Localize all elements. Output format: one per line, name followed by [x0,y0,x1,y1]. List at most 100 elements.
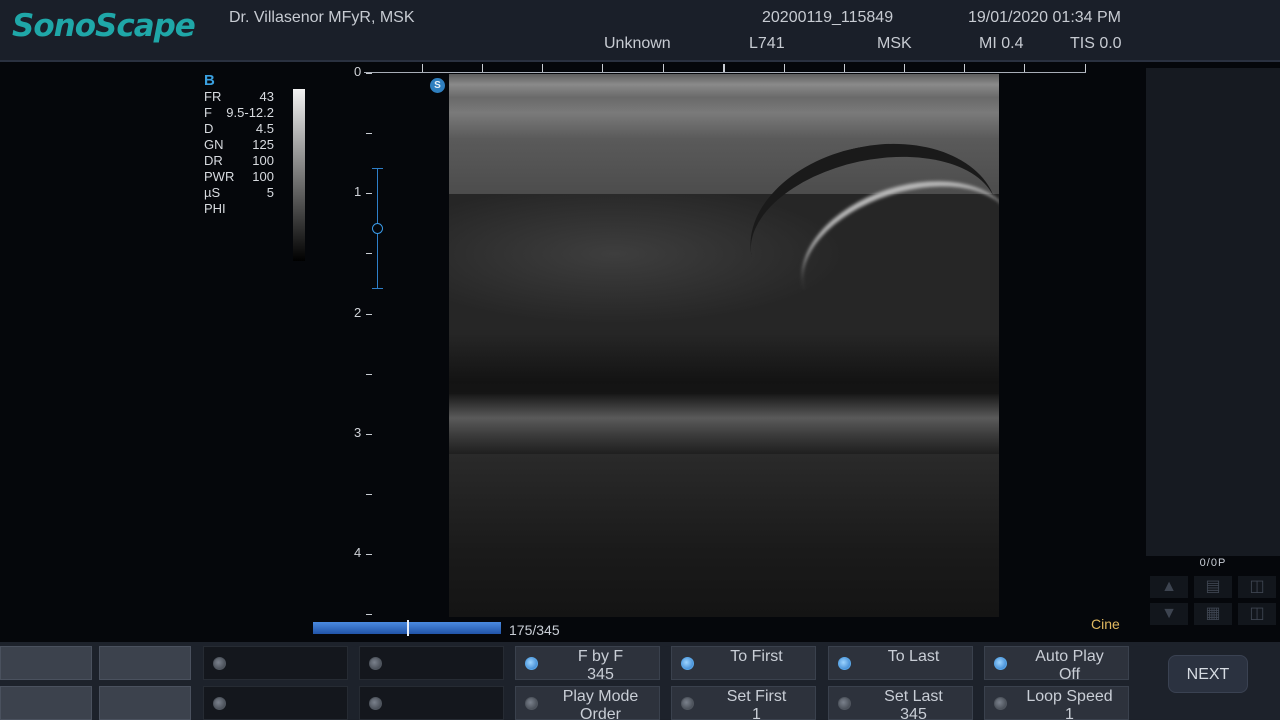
blank-key[interactable] [99,646,191,680]
param-key: PHI [204,201,226,216]
knob-indicator-icon [994,657,1007,670]
knob-indicator-icon [369,697,382,710]
blank-key[interactable] [0,646,92,680]
lateral-tick [1085,64,1086,72]
control-label: Set Last [884,688,943,705]
delete-button[interactable]: ▦ [1194,603,1232,625]
imaging-mode: B [204,72,215,89]
depth-label: 4 [354,545,362,560]
knob-indicator-icon [681,697,694,710]
knob-indicator-icon [681,657,694,670]
thumbnail-panel[interactable] [1146,68,1280,556]
empty-control[interactable] [359,646,504,680]
depth-label: 2 [354,305,362,320]
lateral-tick [1024,64,1025,72]
probe-name: L741 [749,35,785,52]
frame-by-frame-control[interactable]: F by F 345 [515,646,660,683]
depth-tick [366,374,372,375]
auto-play-control[interactable]: Auto Play Off [984,646,1129,683]
control-label: Play Mode [562,688,639,705]
lateral-tick [602,64,603,72]
param-key: FR [204,89,222,104]
focus-position-handle[interactable] [372,223,383,234]
depth-tick [366,253,372,254]
param-row: GN 125 [204,137,274,153]
knob-indicator-icon [369,657,382,670]
operator-name: Dr. Villasenor MFyR, MSK [229,9,415,26]
empty-control[interactable] [203,646,348,680]
export-button[interactable]: ◫ [1238,576,1276,598]
triangle-down-icon: ▼ [1161,605,1177,622]
param-key: DR [204,153,223,168]
ultrasound-image[interactable] [449,74,999,617]
knob-indicator-icon [525,657,538,670]
control-label: To Last [887,648,940,665]
to-first-control[interactable]: To First [671,646,816,680]
depth-tick [366,314,372,315]
deep-tissue [449,454,999,617]
depth-tick [366,614,372,615]
control-value: 1 [1065,706,1074,720]
exam-preset: MSK [877,35,912,52]
empty-control[interactable] [359,686,504,720]
depth-tick [366,434,372,435]
scroll-up-button[interactable]: ▲ [1150,576,1188,598]
to-last-control[interactable]: To Last [828,646,973,680]
lateral-tick [904,64,905,72]
param-key: D [204,121,214,136]
param-row: PWR 100 [204,169,274,185]
report-button[interactable]: ▤ [1194,576,1232,598]
blank-key[interactable] [0,686,92,720]
lateral-tick [542,64,543,72]
trash-icon: ▦ [1205,605,1221,622]
lateral-tick [964,64,965,72]
header-bar: SonoScape Dr. Villasenor MFyR, MSK 20200… [0,0,1280,62]
control-label: To First [730,648,783,665]
next-page-button[interactable]: NEXT [1168,655,1248,693]
param-value: 4.5 [255,121,274,136]
depth-label: 1 [354,184,362,199]
report-icon: ▤ [1205,578,1221,595]
depth-tick [366,554,372,555]
param-key: PWR [204,169,235,184]
param-value: 125 [252,137,274,152]
param-key: µS [204,185,221,200]
lateral-tick-center [723,64,725,72]
control-label: Set First [726,688,787,705]
depth-tick [366,133,372,134]
grayscale-bar [293,89,305,261]
control-value: 345 [587,666,614,683]
lateral-tick [663,64,664,72]
param-row: F 9.5-12.2 [204,105,274,121]
exam-id: 20200119_115849 [762,9,894,26]
control-value: 345 [900,706,927,720]
loop-speed-control[interactable]: Loop Speed 1 [984,686,1129,720]
lateral-tick [784,64,785,72]
knob-indicator-icon [838,657,851,670]
patient-name: Unknown [604,35,671,52]
knob-indicator-icon [994,697,1007,710]
exam-datetime: 19/01/2020 01:34 PM [968,9,1122,26]
knob-indicator-icon [838,697,851,710]
control-value: Off [1058,666,1081,683]
control-value: 1 [752,706,761,720]
focus-zone-cap [372,168,383,169]
orientation-marker-icon: S [430,78,445,93]
depth-label: 0 [354,64,362,79]
lateral-ruler [364,72,1086,73]
lateral-tick [844,64,845,72]
triangle-up-icon: ▲ [1161,578,1177,595]
send-button[interactable]: ◫ [1238,603,1276,625]
control-value: Order [580,706,621,720]
blank-key[interactable] [99,686,191,720]
set-first-control[interactable]: Set First 1 [671,686,816,720]
empty-control[interactable] [203,686,348,720]
play-mode-control[interactable]: Play Mode Order [515,686,660,720]
param-value: 5 [266,185,274,200]
cine-cursor[interactable] [407,620,409,636]
scroll-down-button[interactable]: ▼ [1150,603,1188,625]
send-icon: ◫ [1249,605,1265,622]
control-label: Auto Play [1035,648,1104,665]
param-value: 100 [252,169,274,184]
set-last-control[interactable]: Set Last 345 [828,686,973,720]
